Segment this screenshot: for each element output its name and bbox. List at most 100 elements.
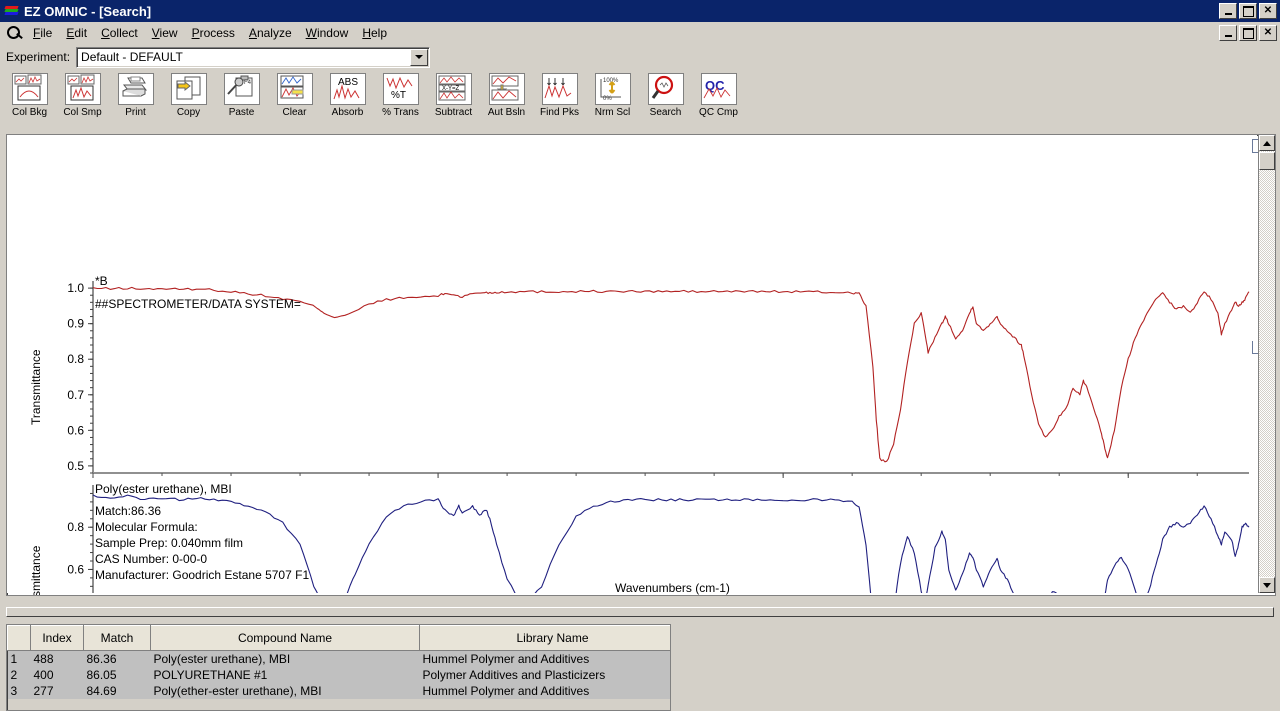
window-close-button[interactable]: ✕ — [1259, 3, 1277, 19]
search-results-panel[interactable]: Index Match Compound Name Library Name 1… — [6, 624, 671, 711]
menu-window[interactable]: Window — [299, 24, 356, 42]
find-peaks-icon — [541, 73, 578, 105]
bottom-y-axis-title: % Transmittance — [29, 545, 43, 596]
copy-icon — [170, 73, 207, 105]
document-minimize-button[interactable] — [1219, 25, 1237, 41]
scroll-down-arrow-icon[interactable] — [1259, 577, 1275, 593]
clear-icon — [276, 73, 313, 105]
toolbar-label: Search — [649, 107, 682, 118]
bottom-annotation-sampleprep: Sample Prep: 0.040mm film — [95, 536, 244, 550]
experiment-value: Default - DEFAULT — [81, 50, 183, 64]
top-annotation-1: ##SPECTROMETER/DATA SYSTEM= — [95, 297, 301, 311]
toolbar-button-aut-bsln[interactable]: Aut Bsln — [483, 69, 530, 123]
toolbar-button-absorb[interactable]: ABS Absorb — [324, 69, 371, 123]
pane-splitter[interactable] — [0, 604, 1280, 618]
svg-text:0.8: 0.8 — [67, 520, 84, 534]
svg-text:0.8: 0.8 — [67, 352, 84, 366]
table-row[interactable]: 1 488 86.36 Poly(ester urethane), MBI Hu… — [7, 650, 670, 667]
spectra-chart-pane[interactable]: 0.50.60.70.80.91.00.20.40.60.84000300020… — [6, 134, 1276, 596]
toolbar-label: Aut Bsln — [487, 107, 526, 118]
chevron-down-icon[interactable] — [410, 48, 429, 66]
experiment-label: Experiment: — [6, 50, 71, 64]
table-row[interactable]: 2 400 86.05 POLYURETHANE #1 Polymer Addi… — [7, 667, 670, 683]
auto-baseline-icon — [488, 73, 525, 105]
search-magnifier-icon — [647, 73, 684, 105]
collect-background-icon — [11, 73, 48, 105]
menu-file[interactable]: File — [26, 24, 59, 42]
toolbar-button-clear[interactable]: Clear — [271, 69, 318, 123]
menu-file-label: ile — [40, 26, 53, 40]
menu-edit[interactable]: Edit — [59, 24, 94, 42]
vertical-scroll-thumb[interactable] — [1259, 152, 1275, 170]
svg-text:ABS: ABS — [338, 77, 358, 88]
document-restore-button[interactable] — [1239, 25, 1257, 41]
bottom-annotation-title: Poly(ester urethane), MBI — [95, 482, 232, 496]
qc-compare-icon: QC — [700, 73, 737, 105]
column-header-match[interactable]: Match — [83, 625, 151, 651]
menu-view[interactable]: View — [145, 24, 185, 42]
toolbar-label: QC Cmp — [699, 107, 738, 118]
table-header-row: Index Match Compound Name Library Name — [7, 625, 670, 651]
chart-vertical-scrollbar[interactable] — [1258, 135, 1275, 593]
cell-index: 488 — [30, 650, 84, 667]
toolbar-label: Copy — [176, 107, 201, 118]
svg-text:0.6: 0.6 — [67, 423, 84, 437]
experiment-select[interactable]: Default - DEFAULT — [76, 46, 431, 68]
menu-bar: File Edit Collect View Process Analyze W… — [0, 22, 1280, 45]
cell-rownum: 2 — [7, 667, 31, 683]
cell-compound: Poly(ether-ester urethane), MBI — [150, 683, 420, 699]
toolbar-button-copy[interactable]: Copy — [165, 69, 212, 123]
column-header-rownum[interactable] — [7, 625, 31, 651]
toolbar-button-subtract[interactable]: X-Y=Z Subtract — [430, 69, 477, 123]
window-maximize-button[interactable] — [1239, 3, 1257, 19]
close-icon: ✕ — [1263, 27, 1273, 38]
menu-collect[interactable]: Collect — [94, 24, 145, 42]
cell-compound: POLYURETHANE #1 — [150, 667, 420, 683]
svg-text:X-Y=Z: X-Y=Z — [442, 86, 460, 92]
toolbar-label: Subtract — [434, 107, 473, 118]
top-annotation-0: *B — [95, 274, 108, 288]
column-header-index[interactable]: Index — [30, 625, 84, 651]
window-minimize-button[interactable] — [1219, 3, 1237, 19]
cell-library: Hummel Polymer and Additives — [419, 650, 670, 667]
toolbar-button-pct-trans[interactable]: %T % Trans — [377, 69, 424, 123]
toolbar-label: Clear — [282, 107, 307, 118]
cell-match: 84.69 — [83, 683, 151, 699]
menu-analyze[interactable]: Analyze — [242, 24, 299, 42]
splitter-grip[interactable] — [6, 607, 1274, 617]
printer-icon — [117, 73, 154, 105]
toolbar-label: Col Bkg — [11, 107, 47, 118]
table-body: 1 488 86.36 Poly(ester urethane), MBI Hu… — [7, 650, 670, 699]
svg-text:0.5: 0.5 — [67, 459, 84, 473]
cell-index: 400 — [30, 667, 84, 683]
toolbar-button-find-pks[interactable]: Find Pks — [536, 69, 583, 123]
toolbar-button-col-smp[interactable]: Col Smp — [59, 69, 106, 123]
toolbar-button-paste[interactable]: F4 Paste — [218, 69, 265, 123]
toolbar-label: % Trans — [382, 107, 419, 118]
toolbar-button-col-bkg[interactable]: Col Bkg — [6, 69, 53, 123]
toolbar-button-print[interactable]: Print — [112, 69, 159, 123]
document-close-button[interactable]: ✕ — [1259, 25, 1277, 41]
toolbar-label: Print — [125, 107, 146, 118]
svg-text:0.7: 0.7 — [67, 388, 84, 402]
bottom-annotation-formula: Molecular Formula: — [95, 520, 198, 534]
menu-help[interactable]: Help — [355, 24, 394, 42]
toolbar-label: Nrm Scl — [594, 107, 631, 118]
cell-match: 86.05 — [83, 667, 151, 683]
x-axis-title: Wavenumbers (cm-1) — [615, 581, 730, 595]
cell-rownum: 3 — [7, 683, 31, 699]
toolbar-button-nrm-scl[interactable]: 100% 0% Nrm Scl — [589, 69, 636, 123]
close-icon: ✕ — [1263, 5, 1273, 16]
cell-library: Hummel Polymer and Additives — [419, 683, 670, 699]
menu-process[interactable]: Process — [185, 24, 242, 42]
scroll-up-arrow-icon[interactable] — [1259, 135, 1275, 151]
table-row[interactable]: 3 277 84.69 Poly(ether-ester urethane), … — [7, 683, 670, 699]
toolbar-button-search[interactable]: Search — [642, 69, 689, 123]
toolbar-button-qc-cmp[interactable]: QC QC Cmp — [695, 69, 742, 123]
document-window-controls: ✕ — [1219, 25, 1280, 41]
search-results-table: Index Match Compound Name Library Name 1… — [7, 625, 670, 699]
toolbar-label: Absorb — [331, 107, 364, 118]
paste-icon: F4 — [223, 73, 260, 105]
column-header-compound-name[interactable]: Compound Name — [150, 625, 420, 651]
column-header-library-name[interactable]: Library Name — [419, 625, 670, 651]
